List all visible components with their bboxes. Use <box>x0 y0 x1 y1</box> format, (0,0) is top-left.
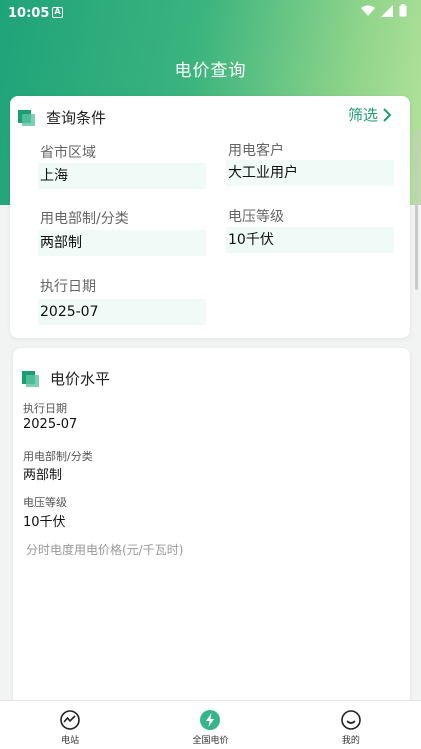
battery-icon <box>399 4 407 17</box>
level-date-label: 执行日期 <box>23 402 67 415</box>
level-category-label: 用电部制/分类 <box>23 450 93 463</box>
price-level-card: 电价水平 执行日期 2025-07 用电部制/分类 两部制 电压等级 10千伏 … <box>13 348 410 708</box>
category-field[interactable]: 两部制 <box>38 230 206 256</box>
level-voltage-label: 电压等级 <box>23 496 67 509</box>
chevron-right-icon <box>383 107 392 122</box>
filter-label: 筛选 <box>347 106 378 124</box>
smile-icon <box>341 710 361 730</box>
status-time: 10:05 <box>8 6 50 21</box>
date-label: 执行日期 <box>40 279 96 295</box>
category-label: 用电部制/分类 <box>40 211 129 227</box>
conditions-title: 查询条件 <box>46 109 107 127</box>
notification-icon: A <box>52 7 63 18</box>
tou-price-label: 分时电度用电价格(元/千瓦时) <box>26 543 184 557</box>
section-square-icon <box>22 370 40 387</box>
signal-icon <box>381 4 393 17</box>
nav-label-mine: 我的 <box>341 736 360 746</box>
status-icons <box>361 4 407 17</box>
status-bar: 10:05 A <box>0 0 421 28</box>
level-category-value: 两部制 <box>23 468 63 483</box>
chart-line-icon <box>60 710 80 730</box>
query-conditions-card: 查询条件 筛选 省市区域 上海 用电客户 大工业用户 用电部制/分类 两部制 电… <box>10 96 410 338</box>
nav-item-national-price[interactable]: 全国电价 <box>140 701 280 749</box>
section-square-icon <box>18 109 36 126</box>
level-header: 电价水平 <box>22 368 110 389</box>
level-title: 电价水平 <box>50 370 111 388</box>
bottom-nav: 电站 全国电价 我的 <box>0 700 421 749</box>
scrollbar[interactable] <box>415 130 418 290</box>
nav-label-station: 电站 <box>61 736 80 746</box>
customer-field[interactable]: 大工业用户 <box>226 160 394 186</box>
nav-label-national-price: 全国电价 <box>192 736 229 746</box>
date-field[interactable]: 2025-07 <box>38 299 206 325</box>
lightning-icon <box>200 710 221 730</box>
wifi-icon <box>361 5 375 16</box>
region-field[interactable]: 上海 <box>38 163 206 189</box>
level-date-value: 2025-07 <box>23 417 78 432</box>
voltage-label: 电压等级 <box>228 209 284 225</box>
customer-label: 用电客户 <box>228 143 284 159</box>
region-label: 省市区域 <box>40 145 96 161</box>
nav-item-station[interactable]: 电站 <box>0 701 140 749</box>
voltage-field[interactable]: 10千伏 <box>226 227 394 253</box>
filter-button[interactable]: 筛选 <box>348 104 392 125</box>
conditions-header: 查询条件 <box>18 107 106 128</box>
nav-item-mine[interactable]: 我的 <box>281 701 421 749</box>
page-title: 电价查询 <box>174 61 247 81</box>
level-voltage-value: 10千伏 <box>23 515 66 530</box>
